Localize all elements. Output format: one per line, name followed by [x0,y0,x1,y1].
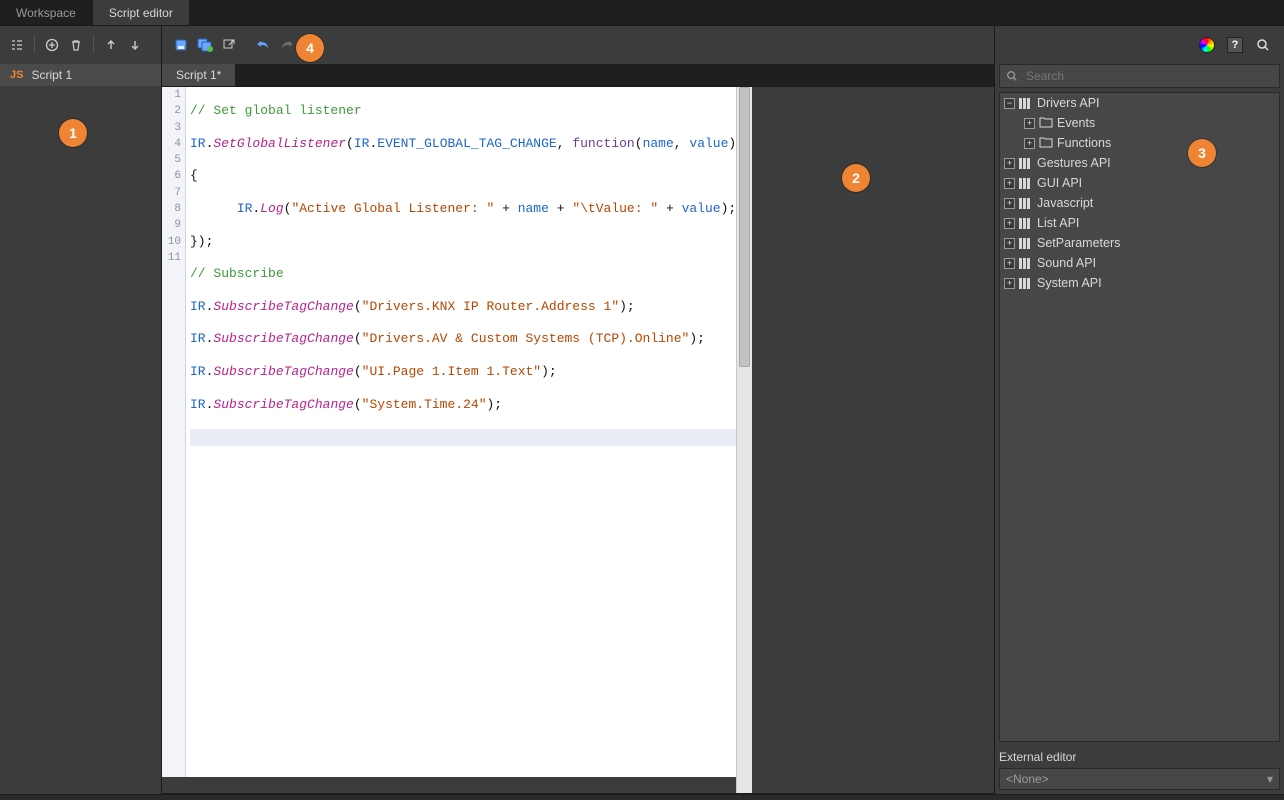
line-number-gutter: 1 2 3 4 5 6 7 8 9 10 11 [162,87,186,777]
main-layout: JS Script 1 Script 1* [0,26,1284,794]
editor-toolbar [162,26,994,64]
api-node-setparameters[interactable]: + SetParameters [1000,233,1279,253]
api-icon [1019,238,1033,249]
expand-icon[interactable]: + [1004,158,1015,169]
left-toolbar [0,26,161,64]
api-search-input[interactable] [1024,68,1273,84]
help-icon[interactable]: ? [1224,34,1246,56]
external-editor-section: External editor <None> ▾ [999,750,1280,790]
center-panel: Script 1* 1 2 3 4 5 6 7 8 9 10 11 // Set… [162,26,994,794]
callout-4: 4 [296,34,324,62]
api-node-drivers-functions[interactable]: + Functions [1000,133,1279,153]
api-search-box[interactable] [999,64,1280,88]
api-node-gestures[interactable]: + Gestures API [1000,153,1279,173]
api-node-label: Sound API [1037,256,1096,270]
editor-container: 1 2 3 4 5 6 7 8 9 10 11 // Set global li… [162,86,994,794]
save-all-button[interactable] [194,34,216,56]
undo-button[interactable] [252,34,274,56]
external-editor-label: External editor [999,750,1280,764]
folder-icon [1039,116,1053,131]
api-icon [1019,278,1033,289]
color-picker-icon[interactable] [1196,34,1218,56]
app-tab-strip: Workspace Script editor [0,0,1284,26]
document-tab-strip: Script 1* [162,64,994,86]
callout-3: 3 [1188,139,1216,167]
expand-icon[interactable]: + [1004,258,1015,269]
magnifier-icon [1006,70,1018,82]
code-editor[interactable]: 1 2 3 4 5 6 7 8 9 10 11 // Set global li… [162,87,736,777]
save-button[interactable] [170,34,192,56]
js-badge-icon: JS [10,69,23,81]
delete-button[interactable] [65,34,87,56]
expand-icon[interactable]: + [1024,138,1035,149]
popout-button[interactable] [218,34,240,56]
folder-icon [1039,136,1053,151]
toolbar-separator [93,36,94,54]
api-node-label: Javascript [1037,196,1093,210]
vertical-scrollbar[interactable] [736,87,752,793]
callout-1: 1 [59,119,87,147]
document-tab[interactable]: Script 1* [162,64,235,86]
expand-icon[interactable]: + [1004,278,1015,289]
api-node-label: Gestures API [1037,156,1111,170]
api-node-list[interactable]: + List API [1000,213,1279,233]
tree-mode-icon[interactable] [6,34,28,56]
move-down-button[interactable] [124,34,146,56]
right-panel: ? − Drivers API + Events + [994,26,1284,794]
current-line [190,429,736,445]
api-node-label: System API [1037,276,1102,290]
expand-icon[interactable]: + [1024,118,1035,129]
callout-2: 2 [842,164,870,192]
scrollbar-thumb[interactable] [739,87,750,367]
script-name: Script 1 [31,68,72,82]
external-editor-select[interactable]: <None> ▾ [999,768,1280,790]
move-up-button[interactable] [100,34,122,56]
api-icon [1019,218,1033,229]
script-list: JS Script 1 [0,64,161,794]
add-button[interactable] [41,34,63,56]
tab-script-editor[interactable]: Script editor [93,0,190,25]
right-toolbar: ? [995,26,1284,64]
api-tree[interactable]: − Drivers API + Events + Functions + [999,92,1280,742]
collapse-icon[interactable]: − [1004,98,1015,109]
api-node-sound[interactable]: + Sound API [1000,253,1279,273]
expand-icon[interactable]: + [1004,178,1015,189]
api-node-label: Events [1057,116,1095,130]
api-node-drivers-events[interactable]: + Events [1000,113,1279,133]
chevron-down-icon: ▾ [1267,772,1273,786]
api-node-javascript[interactable]: + Javascript [1000,193,1279,213]
status-bar [0,794,1284,800]
api-node-label: GUI API [1037,176,1082,190]
tab-workspace[interactable]: Workspace [0,0,93,25]
expand-icon[interactable]: + [1004,238,1015,249]
api-icon [1019,258,1033,269]
api-node-system[interactable]: + System API [1000,273,1279,293]
api-node-gui[interactable]: + GUI API [1000,173,1279,193]
api-icon [1019,158,1033,169]
expand-icon[interactable]: + [1004,218,1015,229]
api-node-label: Functions [1057,136,1111,150]
api-icon [1019,198,1033,209]
api-node-label: List API [1037,216,1079,230]
script-list-item[interactable]: JS Script 1 [0,64,161,86]
external-editor-value: <None> [1006,772,1049,786]
code-body[interactable]: // Set global listener IR.SetGlobalListe… [186,87,736,777]
api-icon [1019,178,1033,189]
toolbar-separator [34,36,35,54]
search-icon[interactable] [1252,34,1274,56]
expand-icon[interactable]: + [1004,198,1015,209]
api-node-drivers[interactable]: − Drivers API [1000,93,1279,113]
api-node-label: SetParameters [1037,236,1120,250]
redo-button[interactable] [276,34,298,56]
api-icon [1019,98,1033,109]
api-node-label: Drivers API [1037,96,1100,110]
